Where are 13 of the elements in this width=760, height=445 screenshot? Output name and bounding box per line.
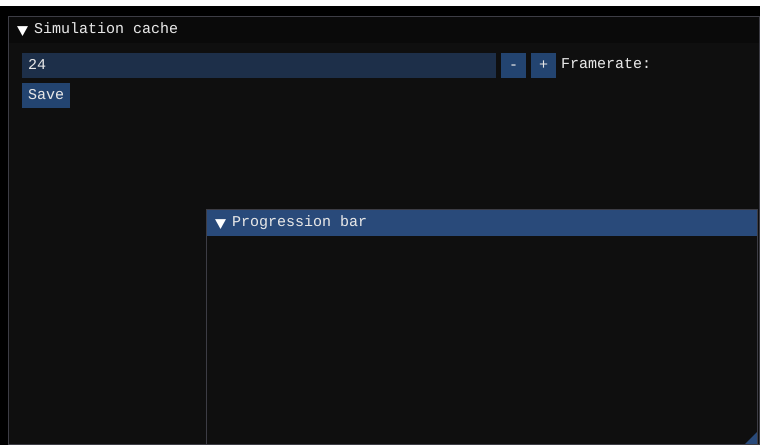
- window-title-bar[interactable]: Simulation cache: [9, 17, 759, 43]
- field-label: Framerate:: [561, 55, 652, 76]
- collapse-triangle-icon[interactable]: [17, 24, 28, 36]
- step-button[interactable]: +: [531, 53, 556, 78]
- window-title: Simulation cache: [34, 20, 178, 40]
- window-title: Progression bar: [232, 212, 368, 233]
- number-input-field[interactable]: 24: [22, 53, 496, 78]
- step-button[interactable]: -: [501, 53, 526, 78]
- resize-grip-icon[interactable]: [745, 432, 757, 444]
- labeled-number-field[interactable]: 24 - + Framerate:: [22, 53, 746, 78]
- collapse-triangle-icon[interactable]: [215, 218, 226, 228]
- window-title-bar[interactable]: Progression bar: [207, 210, 757, 236]
- save-button[interactable]: Save: [22, 83, 70, 108]
